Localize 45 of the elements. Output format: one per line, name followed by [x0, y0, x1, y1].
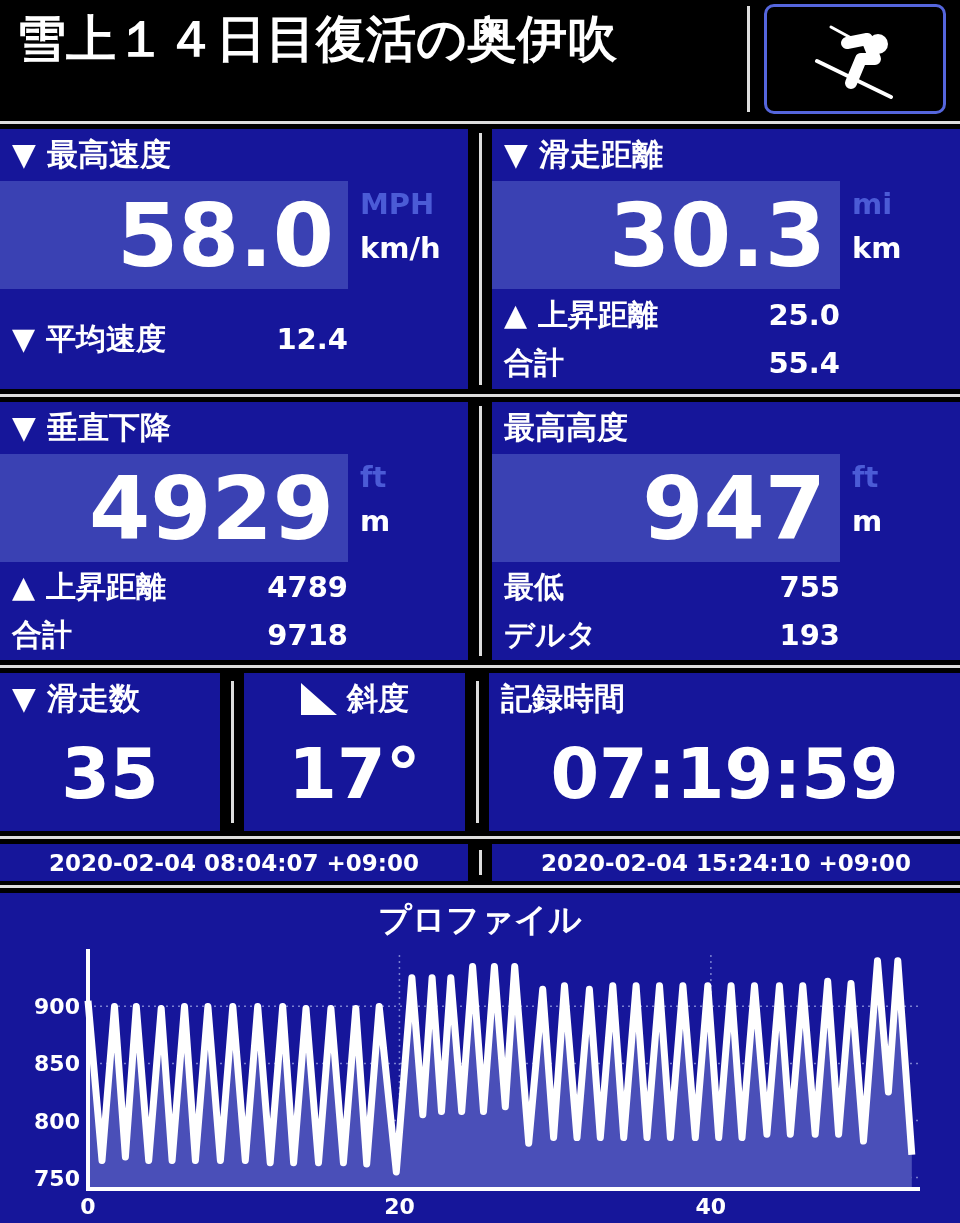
- stat-value: 755: [779, 570, 840, 604]
- stat-label: ▼ 平均速度: [12, 319, 166, 358]
- stat-label: 最低: [504, 567, 564, 606]
- unit-option[interactable]: km: [852, 231, 902, 265]
- value-display: 58.0: [0, 181, 348, 289]
- panel-title: ▼ 垂直下降: [11, 408, 172, 447]
- panel-title: ▼ 滑走距離: [503, 135, 664, 174]
- stat-value: 9718: [267, 618, 348, 652]
- panel-title: 記録時間: [501, 679, 625, 718]
- value-display: 4929: [0, 454, 348, 562]
- counter-value: 07:19:59: [549, 732, 900, 817]
- axis-tick-label: 850: [34, 1051, 80, 1077]
- value-display: 947: [492, 454, 840, 562]
- stat-value: 55.4: [768, 346, 840, 380]
- unit-option[interactable]: m: [852, 504, 883, 538]
- chart-title: プロファイル: [378, 898, 582, 941]
- stat-value: 193: [779, 618, 840, 652]
- page-title: 雪上１４日目復活の奥伊吹: [16, 9, 618, 67]
- stat-label: ▲ 上昇距離: [12, 567, 166, 606]
- counter-value: 35: [60, 732, 160, 817]
- stat-value: 25.0: [768, 298, 840, 332]
- ski-mode-button[interactable]: [764, 4, 946, 114]
- slope-icon: [300, 683, 337, 715]
- stat-label: 合計: [12, 615, 72, 654]
- start-time: 2020-02-04 08:04:07 +09:00: [0, 844, 468, 881]
- counter-value: 17°: [287, 732, 422, 817]
- stat-label: デルタ: [504, 615, 597, 654]
- end-time: 2020-02-04 15:24:10 +09:00: [492, 844, 960, 881]
- axis-tick-label: 800: [34, 1108, 80, 1134]
- panel-title: 最高高度: [503, 408, 629, 447]
- unit-option[interactable]: m: [360, 504, 391, 538]
- panel-title: ▼ 滑走数: [12, 679, 140, 718]
- axis-tick-label: 750: [34, 1165, 80, 1191]
- stat-label: ▲ 上昇距離: [504, 295, 658, 334]
- axis-tick-label: 900: [34, 994, 80, 1020]
- stat-value: 12.4: [276, 322, 348, 356]
- panel-title: 斜度: [346, 679, 409, 718]
- axis-tick-label: 0: [80, 1194, 96, 1218]
- stat-label: 合計: [504, 343, 564, 382]
- stat-value: 4789: [267, 570, 348, 604]
- axis-tick-label: 20: [384, 1194, 415, 1218]
- panel-title: ▼ 最高速度: [11, 135, 172, 174]
- axis-tick-label: 40: [695, 1194, 727, 1218]
- unit-option[interactable]: km/h: [360, 231, 441, 265]
- value-display: 30.3: [492, 181, 840, 289]
